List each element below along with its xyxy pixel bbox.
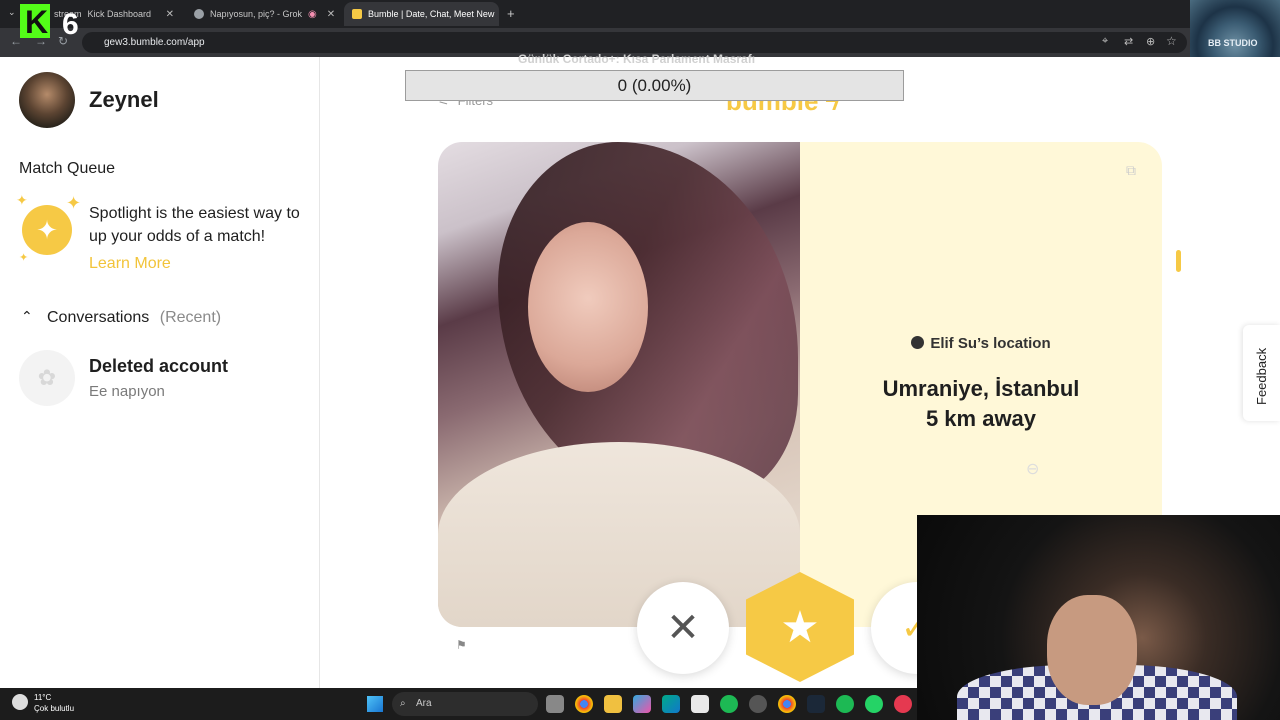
zoom-icon[interactable]: ⊕ [1146, 35, 1155, 48]
chrome-icon[interactable] [575, 695, 593, 713]
new-tab-button[interactable]: + [507, 6, 515, 21]
grok-icon [194, 9, 204, 19]
profile-photo[interactable] [438, 142, 800, 627]
search-icon: ⌕ [400, 698, 406, 709]
conversations-header[interactable]: Conversations (Recent) [47, 309, 221, 327]
recording-icon: ◉ [308, 8, 317, 20]
photo-face [528, 222, 648, 392]
user-avatar[interactable] [19, 72, 75, 128]
logo-number: 6 [62, 8, 79, 41]
copy-icon[interactable]: ⧉ [1126, 162, 1136, 179]
taskbar-search[interactable]: ⌕ Ara [392, 692, 538, 716]
progress-overlay: 0 (0.00%) [405, 70, 904, 101]
weather-description[interactable]: Çok bulutlu [34, 704, 74, 713]
browser-tab-bar: stream Kick Dashboard ✕ Napıyosun, piç? … [0, 0, 1280, 28]
url-input[interactable]: gew3.bumble.com/app [82, 32, 1187, 53]
location-city: Umraniye, İstanbul [882, 376, 1080, 401]
tab-search-icon[interactable]: ⌄ [8, 7, 16, 18]
spotlight-icon[interactable]: ✦ [22, 205, 72, 255]
bumble-icon [352, 9, 362, 19]
star-icon: ★ [780, 602, 820, 652]
tab-bumble[interactable]: Bumble | Date, Chat, Meet New ✕ [344, 2, 499, 26]
store-icon[interactable] [691, 695, 709, 713]
sparkle-icon: ✦ [19, 252, 29, 264]
sparkle-icon: ✦ [66, 193, 82, 213]
sidebar: Zeynel Match Queue ✦ ✦ ✦ ✦ Spotlight is … [0, 57, 320, 688]
conversation-last-message: Ee napıyon [89, 383, 165, 400]
photo-sweater [438, 442, 800, 627]
tab-grok[interactable]: Napıyosun, piç? - Grok ◉ ✕ [186, 2, 340, 26]
folder-icon[interactable] [604, 695, 622, 713]
app-icon[interactable] [894, 695, 912, 713]
webcam-face [1047, 595, 1137, 705]
close-tab-icon[interactable]: ✕ [327, 9, 335, 20]
copilot-icon[interactable] [633, 695, 651, 713]
location-label: Elif Su’s location [800, 335, 1162, 352]
close-tab-icon[interactable]: ✕ [166, 9, 174, 20]
steam-icon[interactable] [807, 695, 825, 713]
location-pin-icon [911, 336, 925, 349]
feedback-tab[interactable]: Feedback [1243, 325, 1280, 421]
conversation-name[interactable]: Deleted account [89, 356, 228, 377]
location-icon[interactable]: ⌖ [1102, 35, 1108, 48]
weather-temperature[interactable]: 11°C [34, 693, 51, 702]
bookmark-star-icon[interactable]: ☆ [1166, 34, 1177, 48]
username[interactable]: Zeynel [89, 87, 159, 113]
deleted-account-avatar[interactable]: ✿ [19, 350, 75, 406]
sparkle-icon: ✦ [16, 192, 28, 208]
taskbar: 11°C Çok bulutlu ⌕ Ara [0, 688, 917, 720]
edge-icon[interactable] [662, 695, 680, 713]
webcam-overlay [917, 515, 1280, 720]
collapse-icon[interactable]: ⊖ [1026, 459, 1039, 479]
spotify-icon[interactable] [836, 695, 854, 713]
chevron-up-icon[interactable]: ⌃ [21, 308, 33, 325]
start-button[interactable] [367, 696, 383, 712]
spotlight-text: Spotlight is the easiest way to up your … [89, 205, 300, 245]
chrome-icon[interactable] [778, 695, 796, 713]
file-explorer-icon[interactable] [546, 695, 564, 713]
kick-logo-overlay: K 6 [20, 4, 79, 41]
report-flag-icon[interactable]: ⚑ [456, 638, 467, 652]
pass-button[interactable]: ✕ [637, 582, 729, 674]
learn-more-link[interactable]: Learn More [89, 255, 171, 273]
whatsapp-icon[interactable] [865, 695, 883, 713]
conversations-subtitle: (Recent) [159, 309, 222, 326]
close-icon: ✕ [666, 606, 700, 650]
logo-letter: K [25, 4, 48, 40]
match-queue-title: Match Queue [19, 160, 116, 177]
location-distance: 5 km away [925, 406, 1037, 431]
scrollbar-thumb[interactable] [1176, 250, 1181, 272]
spotify-icon[interactable] [720, 695, 738, 713]
discord-icon[interactable] [749, 695, 767, 713]
translate-icon[interactable]: ⇄ [1124, 35, 1133, 48]
stream-banner: Günlük Cortado+: Kısa Parlament Masrafı [518, 52, 756, 66]
weather-icon[interactable] [12, 694, 28, 710]
